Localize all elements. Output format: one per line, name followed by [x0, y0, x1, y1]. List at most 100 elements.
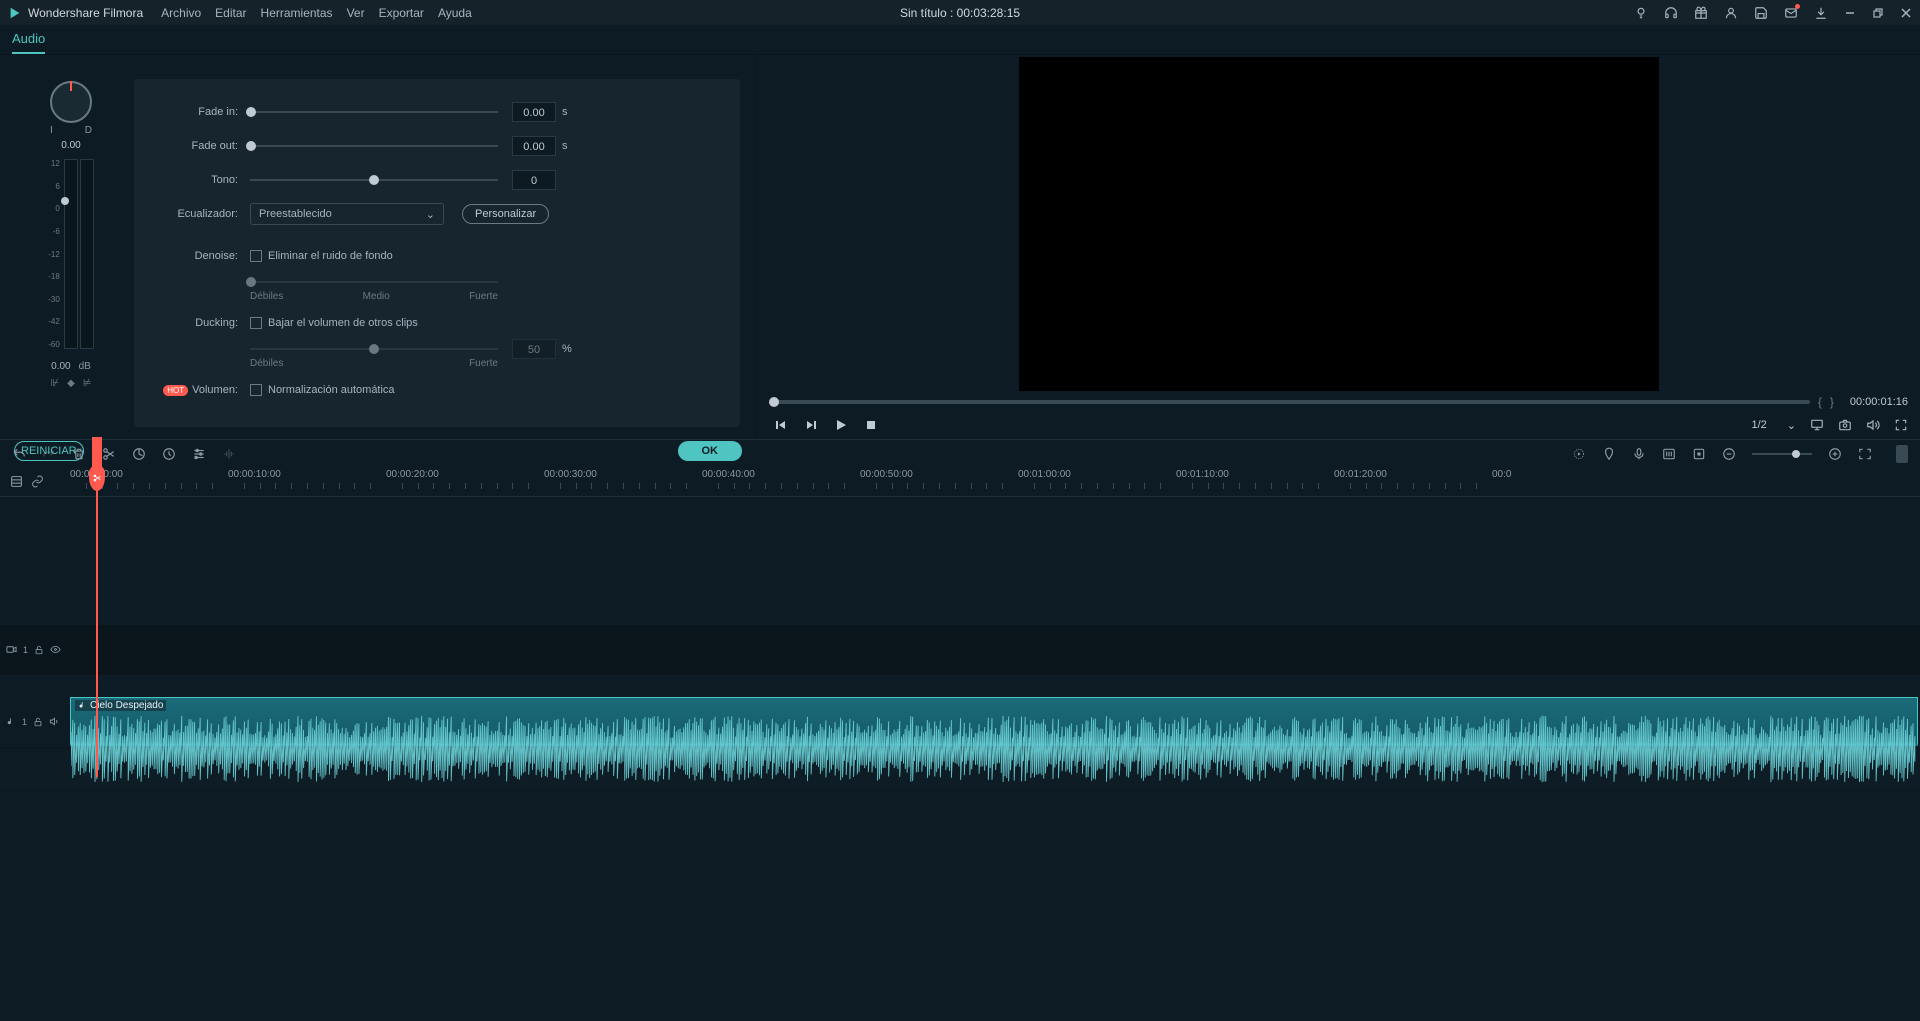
equalizer-select[interactable]: Preestablecido ⌄	[250, 203, 444, 225]
preview-resolution-select[interactable]: 1/2 ⌄	[1751, 419, 1796, 432]
panel-tabs: Audio	[0, 25, 1920, 55]
app-logo-icon	[8, 6, 22, 20]
app-name: Wondershare Filmora	[28, 6, 143, 20]
audio-controls-panel: Fade in: 0.00 s Fade out: 0.00 s Tono: 0	[134, 79, 740, 427]
vu-value: 0.00	[51, 361, 70, 372]
undo-icon[interactable]	[12, 447, 26, 461]
db-label: dB	[79, 361, 91, 372]
chevron-down-icon: ⌄	[1787, 419, 1796, 432]
preview-scrubber[interactable]	[769, 400, 1810, 404]
audio-track-1: 1 Cielo Despejado	[0, 695, 1920, 749]
mark-in-icon[interactable]: {	[1818, 395, 1822, 409]
play-icon[interactable]	[835, 419, 847, 431]
title-bar: Wondershare Filmora Archivo Editar Herra…	[0, 0, 1920, 25]
step-forward-icon[interactable]	[805, 419, 817, 431]
redo-icon[interactable]	[42, 447, 56, 461]
headphones-icon[interactable]	[1664, 6, 1678, 20]
stop-icon[interactable]	[865, 419, 877, 431]
delete-icon[interactable]	[72, 447, 86, 461]
auto-normalize-label: Normalización automática	[268, 384, 395, 396]
menu-view[interactable]: Ver	[347, 6, 365, 20]
timeline-minimap[interactable]	[1896, 445, 1908, 463]
ducking-slider[interactable]	[250, 348, 498, 350]
playhead[interactable]	[96, 467, 98, 777]
customize-button[interactable]: Personalizar	[462, 204, 549, 224]
mixer-icon[interactable]	[1662, 447, 1676, 461]
tone-slider[interactable]	[250, 179, 498, 181]
track-manager-icon[interactable]	[10, 475, 23, 488]
save-icon[interactable]	[1754, 6, 1768, 20]
balance-knob[interactable]	[50, 81, 92, 123]
menu-edit[interactable]: Editar	[215, 6, 246, 20]
fade-out-label: Fade out:	[158, 140, 238, 152]
lock-icon[interactable]	[33, 717, 43, 727]
snapshot-icon[interactable]	[1838, 418, 1852, 432]
main-menu: Archivo Editar Herramientas Ver Exportar…	[161, 6, 472, 20]
menu-export[interactable]: Exportar	[379, 6, 424, 20]
menu-file[interactable]: Archivo	[161, 6, 201, 20]
speed-icon[interactable]	[162, 447, 176, 461]
fade-in-label: Fade in:	[158, 106, 238, 118]
volume-icon[interactable]	[1866, 418, 1880, 432]
zoom-out-icon[interactable]	[1722, 447, 1736, 461]
music-note-icon	[78, 701, 87, 710]
denoise-checkbox[interactable]	[250, 250, 262, 262]
download-icon[interactable]	[1814, 6, 1828, 20]
audio-track-icon	[6, 717, 16, 727]
audio-wave-icon[interactable]	[222, 447, 236, 461]
fade-in-slider[interactable]	[250, 111, 498, 113]
zoom-slider[interactable]	[1752, 453, 1812, 455]
marker-icon[interactable]	[1602, 447, 1616, 461]
video-canvas	[1019, 57, 1659, 391]
render-icon[interactable]	[1572, 447, 1586, 461]
denoise-slider[interactable]	[250, 281, 498, 283]
lightbulb-icon[interactable]	[1634, 6, 1648, 20]
vu-meter-left	[64, 159, 78, 349]
ducking-checkbox[interactable]	[250, 317, 262, 329]
preview-pane: { } 00:00:01:16 1/2 ⌄	[756, 55, 1920, 439]
fade-out-value[interactable]: 0.00	[512, 136, 556, 156]
mute-icon[interactable]	[49, 716, 60, 727]
equalizer-label: Ecualizador:	[158, 208, 238, 220]
ducking-value[interactable]: 50	[512, 339, 556, 359]
window-minimize-icon[interactable]	[1844, 7, 1856, 19]
ducking-checkbox-label: Bajar el volumen de otros clips	[268, 317, 418, 329]
voiceover-icon[interactable]	[1632, 447, 1646, 461]
zoom-in-icon[interactable]	[1828, 447, 1842, 461]
fade-in-value[interactable]: 0.00	[512, 102, 556, 122]
keyframe-prev-icon[interactable]: ⊮	[50, 378, 59, 389]
mark-out-icon[interactable]: }	[1830, 395, 1834, 409]
crop-icon[interactable]	[132, 447, 146, 461]
tone-value[interactable]: 0	[512, 170, 556, 190]
menu-help[interactable]: Ayuda	[438, 6, 472, 20]
link-icon[interactable]	[31, 475, 44, 488]
account-icon[interactable]	[1724, 6, 1738, 20]
step-back-icon[interactable]	[775, 419, 787, 431]
message-icon[interactable]	[1784, 6, 1798, 20]
tab-audio[interactable]: Audio	[12, 25, 45, 54]
keyframe-next-icon[interactable]: ⊭	[83, 378, 92, 389]
keyframe-add-icon[interactable]: ◆	[67, 378, 75, 389]
add-marker-icon[interactable]	[1692, 447, 1706, 461]
split-icon[interactable]	[102, 447, 116, 461]
fade-out-slider[interactable]	[250, 145, 498, 147]
lock-icon[interactable]	[34, 645, 44, 655]
ok-button[interactable]: OK	[678, 441, 743, 461]
audio-clip[interactable]: Cielo Despejado	[70, 697, 1918, 746]
timeline-ruler[interactable]: 00:00:00:0000:00:10:0000:00:20:0000:00:3…	[68, 467, 1920, 496]
auto-normalize-checkbox[interactable]	[250, 384, 262, 396]
eye-icon[interactable]	[50, 644, 61, 655]
ducking-label: Ducking:	[158, 317, 238, 329]
monitor-icon[interactable]	[1810, 418, 1824, 432]
window-close-icon[interactable]	[1900, 7, 1912, 19]
adjust-icon[interactable]	[192, 447, 206, 461]
knob-value: 0.00	[61, 140, 80, 151]
zoom-fit-icon[interactable]	[1858, 447, 1872, 461]
menu-tools[interactable]: Herramientas	[261, 6, 333, 20]
denoise-label: Denoise:	[158, 250, 238, 262]
chevron-down-icon: ⌄	[426, 208, 435, 221]
window-restore-icon[interactable]	[1872, 7, 1884, 19]
volume-fader[interactable]	[61, 197, 69, 205]
gift-icon[interactable]	[1694, 6, 1708, 20]
fullscreen-icon[interactable]	[1894, 418, 1908, 432]
